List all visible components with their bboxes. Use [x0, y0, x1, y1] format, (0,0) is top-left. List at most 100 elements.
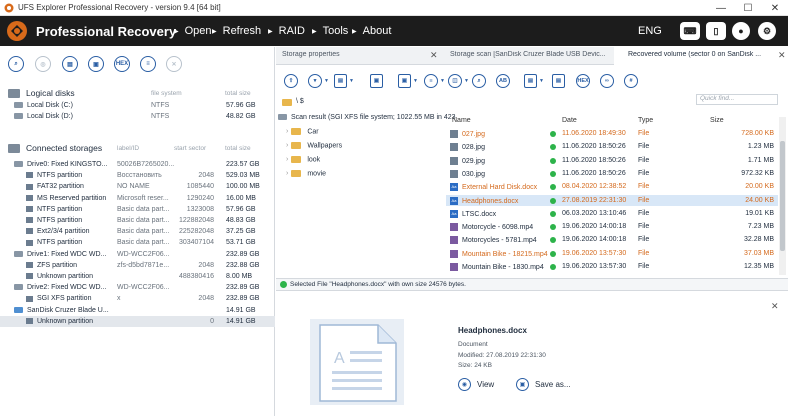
- user-icon[interactable]: ●: [732, 22, 750, 40]
- storage-name: FAT32 partition: [26, 183, 84, 190]
- storage-row[interactable]: FAT32 partition NO NAME 1085440 100.00 M…: [0, 181, 275, 192]
- hex-button[interactable]: HEX: [114, 56, 130, 72]
- logical-disk-row[interactable]: Local Disk (C:) NTFS 57.96 GB: [0, 100, 275, 111]
- preview-modified: Modified: 27.08.2019 22:31:30: [458, 352, 546, 359]
- file-row[interactable]: Aa LTSC.docx 06.03.2020 13:10:46 File 19.…: [446, 208, 778, 219]
- storage-row[interactable]: NTFS partition Basic data part... 122882…: [0, 215, 275, 226]
- storage-row[interactable]: SanDisk Cruzer Blade U... 14.91 GB: [0, 305, 275, 316]
- col-type[interactable]: Type: [638, 117, 653, 124]
- tab-storage-scan[interactable]: Storage scan [SanDisk Cruzer Blade USB D…: [450, 51, 610, 58]
- toolbar-filter-icon[interactable]: ▾ ▼: [308, 74, 329, 88]
- toolbar-hash-icon[interactable]: #: [624, 74, 638, 88]
- toolbar-image-icon[interactable]: ▣ ▼: [398, 74, 418, 88]
- col-name[interactable]: Name: [452, 117, 471, 124]
- file-row[interactable]: Aa External Hard Disk.docx 08.04.2020 12:…: [446, 181, 778, 192]
- file-row[interactable]: Motorcycles - 5781.mp4 19.06.2020 14:00:…: [446, 234, 778, 245]
- tree-folder[interactable]: › look: [286, 156, 320, 167]
- file-row[interactable]: Motorcycle - 6098.mp4 19.06.2020 14:00:1…: [446, 221, 778, 232]
- file-list-scrollbar[interactable]: [779, 117, 786, 275]
- col-size[interactable]: Size: [710, 117, 724, 124]
- logical-disk-row[interactable]: Local Disk (D:) NTFS 48.82 GB: [0, 111, 275, 122]
- minimize-button[interactable]: —: [708, 0, 734, 16]
- gear-icon[interactable]: ⚙: [758, 22, 776, 40]
- storage-start-sector: 1290240: [186, 194, 214, 202]
- disk-label: Local Disk (C:): [27, 102, 73, 109]
- menu-about[interactable]: ▶ About: [352, 25, 391, 37]
- storage-row[interactable]: Ext2/3/4 partition Basic data part... 22…: [0, 226, 275, 237]
- storage-row[interactable]: Unknown partition 0 14.91 GB: [0, 315, 275, 327]
- file-row[interactable]: Aa Headphones.docx 27.08.2019 22:31:30 Fi…: [446, 194, 778, 206]
- list-icon: ≡: [424, 74, 438, 88]
- file-row[interactable]: Mountain Bike - 1830.mp4 19.06.2020 13:5…: [446, 261, 778, 272]
- tree-root[interactable]: Scan result (SGI XFS file system; 1022.5…: [278, 114, 456, 125]
- storage-name: Drive2: Fixed WDC WD...: [14, 284, 106, 291]
- tree-folder[interactable]: › Car: [286, 128, 319, 139]
- status-dot-icon: [550, 197, 556, 204]
- toolbar-search-icon[interactable]: ⌕: [472, 74, 486, 88]
- search-icon[interactable]: ⌕: [8, 56, 24, 72]
- disk-fs: NTFS: [151, 113, 170, 120]
- menu-refresh[interactable]: ▶ Refresh: [212, 25, 261, 37]
- scrollbar-thumb[interactable]: [780, 141, 785, 251]
- tab-recovered-volume[interactable]: Recovered volume (sector 0 on SanDisk ..…: [628, 51, 778, 58]
- filter-icon: ▾: [308, 74, 322, 88]
- dropdown-arrow-icon: ▼: [324, 78, 329, 84]
- tree-folder[interactable]: › Wallpapers: [286, 142, 342, 153]
- storage-row[interactable]: SGI XFS partition x 2048 232.89 GB: [0, 293, 275, 304]
- close-preview-icon[interactable]: ✕: [771, 301, 779, 312]
- col-total-size: total size: [225, 145, 251, 152]
- save-as-button[interactable]: ▣ Save as...: [516, 378, 571, 391]
- list-icon[interactable]: ≡: [140, 56, 156, 72]
- close-icon[interactable]: ✕: [166, 56, 182, 72]
- storage-row[interactable]: Unknown partition 488380416 8.00 MB: [0, 271, 275, 282]
- storage-row[interactable]: Drive0: Fixed KINGSTO... 50026B7265020..…: [0, 159, 275, 170]
- toolbar-view-icon[interactable]: ◫ ▼: [448, 74, 469, 88]
- toolbar-hex-button[interactable]: HEX: [576, 74, 590, 88]
- toolbar-upload-icon[interactable]: ⇧: [284, 74, 298, 88]
- storage-row[interactable]: MS Reserved partition Microsoft reser...…: [0, 193, 275, 204]
- menu-raid-label: RAID: [278, 25, 305, 37]
- quick-find-input[interactable]: Quick find...: [696, 94, 778, 105]
- file-name: Aa Headphones.docx: [450, 196, 518, 205]
- menu-open[interactable]: ▶ Open: [174, 25, 212, 37]
- file-row[interactable]: 028.jpg 11.06.2020 18:50:26 File 1.23 MB: [446, 141, 778, 152]
- close-window-button[interactable]: ✕: [762, 0, 788, 16]
- storage-row[interactable]: Drive2: Fixed WDC WD... WD-WCC2F06... 23…: [0, 282, 275, 293]
- toolbar-doc-icon[interactable]: ▤: [552, 74, 565, 88]
- maximize-button[interactable]: ☐: [735, 0, 761, 16]
- panel-toggle-icon[interactable]: ▯: [706, 22, 726, 40]
- file-row[interactable]: Mountain Bike - 18215.mp4 19.06.2020 13:…: [446, 248, 778, 259]
- storage-row[interactable]: NTFS partition Basic data part... 303407…: [0, 237, 275, 248]
- language-selector[interactable]: ENG: [638, 25, 662, 37]
- toolbar-doc-icon[interactable]: ▤ ▼: [524, 74, 544, 88]
- storage-row[interactable]: NTFS partition Basic data part... 132300…: [0, 204, 275, 215]
- toolbar-image-icon[interactable]: ▣: [370, 74, 383, 88]
- toolbar-list-icon[interactable]: ≡ ▼: [424, 74, 445, 88]
- view-button[interactable]: ◉ View: [458, 378, 494, 391]
- document-file-icon: Aa: [450, 209, 458, 218]
- menu-tools[interactable]: ▶ Tools: [312, 25, 348, 37]
- path-bar[interactable]: \ $: [296, 98, 304, 105]
- tree-folder[interactable]: › movie: [286, 170, 326, 181]
- lock-icon[interactable]: ▣: [88, 56, 104, 72]
- storage-row[interactable]: Drive1: Fixed WDC WD... WD-WCC2F06... 23…: [0, 249, 275, 260]
- disk-icon[interactable]: ▤: [62, 56, 78, 72]
- title-bar: UFS Explorer Professional Recovery - ver…: [0, 0, 788, 16]
- close-tab-icon[interactable]: ✕: [778, 50, 786, 61]
- file-row[interactable]: 029.jpg 11.06.2020 18:50:26 File 1.71 MB: [446, 155, 778, 166]
- hex-label: HEX: [576, 74, 590, 88]
- tab-storage-properties[interactable]: Storage properties: [282, 51, 402, 58]
- file-row[interactable]: 027.jpg 11.06.2020 18:49:30 File 728.00 …: [446, 128, 778, 139]
- toolbar-ab-button[interactable]: AB: [496, 74, 510, 88]
- toolbar-save-icon[interactable]: ▤ ▼: [334, 74, 354, 88]
- storage-row[interactable]: ZFS partition zfs-d5bd7871e... 2048 232.…: [0, 260, 275, 271]
- close-tab-icon[interactable]: ✕: [430, 50, 438, 61]
- menu-raid[interactable]: ▶ RAID: [268, 25, 305, 37]
- storage-row[interactable]: NTFS partition Восстановить 2048 529.03 …: [0, 170, 275, 181]
- toolbar-link-icon[interactable]: ∞: [600, 74, 614, 88]
- globe-icon[interactable]: ◎: [35, 56, 51, 72]
- file-row[interactable]: 030.jpg 11.06.2020 18:50:26 File 972.32 …: [446, 168, 778, 179]
- storage-label-id: zfs-d5bd7871e...: [117, 261, 170, 269]
- col-date[interactable]: Date: [562, 117, 577, 124]
- keyboard-icon[interactable]: ⌨: [680, 22, 700, 40]
